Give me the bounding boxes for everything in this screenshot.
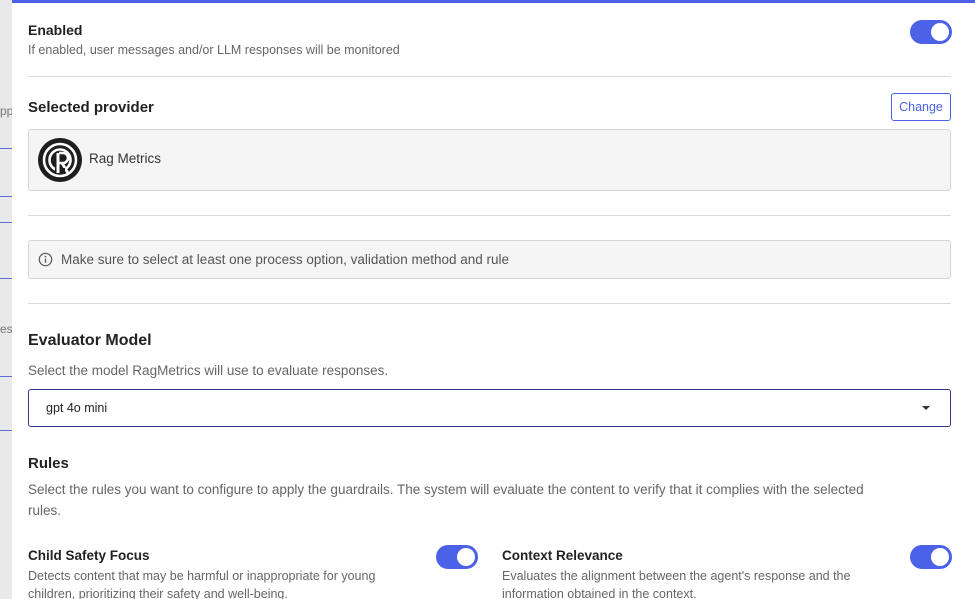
- guardrails-config-panel: Enabled If enabled, user messages and/or…: [12, 0, 975, 599]
- divider: [28, 215, 951, 216]
- notice-text: Make sure to select at least one process…: [61, 252, 510, 267]
- rule-description-line: Evaluates the alignment between the agen…: [502, 569, 851, 583]
- toggle-knob: [457, 548, 475, 566]
- evaluator-model-description: Select the model RagMetrics will use to …: [28, 363, 389, 378]
- child-safety-toggle[interactable]: [436, 545, 478, 569]
- background-page: pp es: [0, 0, 13, 599]
- background-divider: [0, 430, 12, 431]
- provider-card: Rag Metrics: [28, 129, 951, 191]
- enabled-description: If enabled, user messages and/or LLM res…: [28, 43, 400, 57]
- info-icon: [38, 252, 53, 267]
- background-divider: [0, 148, 12, 149]
- rule-description-line: information obtained in the context.: [502, 587, 697, 599]
- rules-description-line: rules.: [28, 503, 62, 518]
- divider: [28, 303, 951, 304]
- rule-description-line: Detects content that may be harmful or i…: [28, 569, 376, 583]
- selected-provider-title: Selected provider: [28, 99, 154, 116]
- enabled-title: Enabled: [28, 22, 83, 38]
- rule-description-child-safety: Detects content that may be harmful or i…: [28, 567, 375, 599]
- change-provider-button[interactable]: Change: [891, 93, 951, 121]
- selected-model-value: gpt 4o mini: [46, 401, 108, 415]
- toggle-knob: [931, 548, 949, 566]
- context-relevance-toggle[interactable]: [910, 545, 952, 569]
- rule-title-context-relevance: Context Relevance: [502, 548, 623, 563]
- caret-down-icon: [922, 406, 930, 410]
- rule-title-child-safety: Child Safety Focus: [28, 548, 150, 563]
- divider: [28, 76, 951, 77]
- background-divider: [0, 196, 12, 197]
- evaluator-model-select[interactable]: gpt 4o mini: [28, 389, 951, 427]
- rule-description-context-relevance: Evaluates the alignment between the agen…: [502, 567, 850, 599]
- background-divider: [0, 278, 12, 279]
- toggle-knob: [931, 23, 949, 41]
- rules-description: Select the rules you want to configure t…: [28, 479, 951, 521]
- ragmetrics-logo-icon: [38, 138, 82, 182]
- notice-box: Make sure to select at least one process…: [28, 240, 951, 279]
- background-text-fragment: es: [0, 322, 13, 336]
- rules-description-line: Select the rules you want to configure t…: [28, 482, 864, 497]
- rules-title: Rules: [28, 455, 69, 472]
- rule-description-line: children, prioritizing their safety and …: [28, 587, 288, 599]
- enabled-toggle[interactable]: [910, 20, 952, 44]
- background-divider: [0, 376, 12, 377]
- evaluator-model-title: Evaluator Model: [28, 332, 152, 349]
- background-divider: [0, 222, 12, 223]
- provider-name: Rag Metrics: [89, 151, 162, 166]
